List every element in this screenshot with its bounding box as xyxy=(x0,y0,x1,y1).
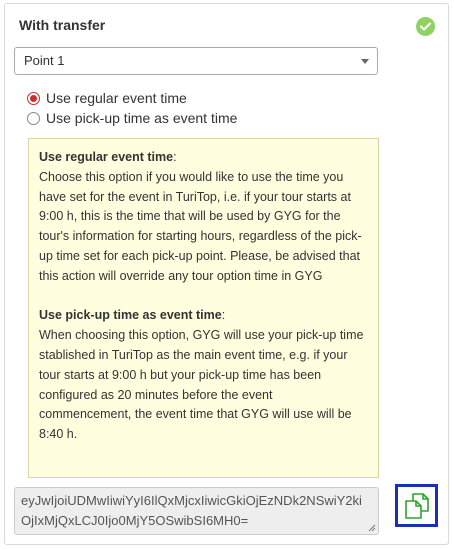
radio-use-regular-event-time[interactable]: Use regular event time xyxy=(27,90,187,106)
radio-label-regular: Use regular event time xyxy=(46,90,187,106)
config-code-value: eyJwIjoiUDMwIiwiYyI6IlQxMjcxIiwicGkiOjEz… xyxy=(21,493,362,528)
section-title: With transfer xyxy=(19,17,106,33)
help-regular-heading: Use regular event time xyxy=(39,150,174,164)
radio-use-pickup-time[interactable]: Use pick-up time as event time xyxy=(27,110,237,126)
radio-button-checked[interactable] xyxy=(27,91,40,105)
config-code-textarea[interactable]: eyJwIjoiUDMwIiwiYyI6IlQxMjcxIiwicGkiOjEz… xyxy=(14,487,379,535)
pickup-point-selected-value: Point 1 xyxy=(24,53,65,68)
chevron-down-icon xyxy=(361,59,369,64)
resize-grip-icon[interactable] xyxy=(368,524,376,532)
help-pickup-text: When choosing this option, GYG will use … xyxy=(39,328,364,442)
copy-icon xyxy=(404,492,429,519)
copy-button[interactable] xyxy=(395,484,438,527)
pickup-point-select[interactable]: Point 1 xyxy=(14,47,378,75)
radio-label-pickup: Use pick-up time as event time xyxy=(46,110,238,126)
radio-button-unchecked[interactable] xyxy=(27,111,40,125)
check-circle-icon xyxy=(416,17,435,36)
transfer-panel: With transfer Point 1 Use regular event … xyxy=(4,3,449,545)
help-regular-text: Choose this option if you would like to … xyxy=(39,169,362,283)
help-info-box: Use regular event time: Choose this opti… xyxy=(28,138,379,478)
help-pickup-heading: Use pick-up time as event time xyxy=(39,308,222,323)
